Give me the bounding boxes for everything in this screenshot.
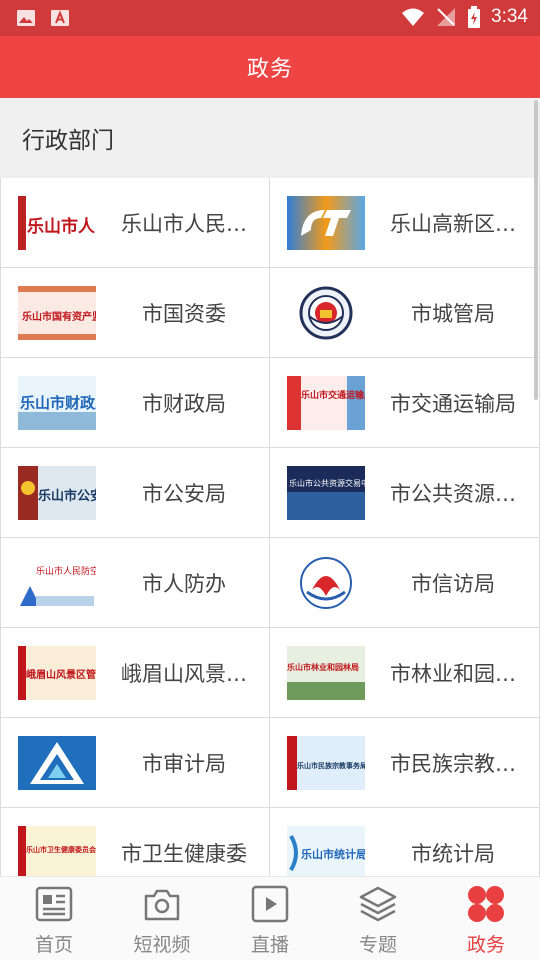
nav-government[interactable]: 政务 bbox=[432, 877, 540, 960]
status-bar: 3:34 bbox=[0, 0, 540, 36]
department-item[interactable]: 乐山市公安局 市公安局 bbox=[0, 448, 270, 538]
svg-text:乐山市公共资源交易中心: 乐山市公共资源交易中心 bbox=[289, 478, 365, 488]
wifi-icon bbox=[402, 8, 425, 26]
svg-text:乐山市国有资产监督管理委员: 乐山市国有资产监督管理委员 bbox=[22, 310, 96, 323]
bottom-nav: 首页 短视频 直播 专题 政务 bbox=[0, 876, 540, 960]
svg-text:乐山市统计局: 乐山市统计局 bbox=[301, 847, 365, 861]
department-logo: 峨眉山风景区管委 bbox=[18, 646, 96, 700]
department-label: 市公安局 bbox=[142, 481, 226, 506]
section-header: 行政部门 bbox=[0, 98, 540, 178]
department-logo: 乐山市交通运输局 bbox=[287, 376, 365, 430]
department-item[interactable]: 乐山市卫生健康委员会 市卫生健康委 bbox=[0, 808, 270, 876]
section-title: 行政部门 bbox=[22, 128, 114, 154]
font-notification-icon bbox=[51, 10, 69, 26]
department-label: 市交通运输局 bbox=[390, 391, 516, 416]
svg-text:乐山市人民政: 乐山市人民政 bbox=[27, 216, 96, 237]
nav-short-video[interactable]: 短视频 bbox=[108, 877, 216, 960]
svg-text:乐山市卫生健康委员会: 乐山市卫生健康委员会 bbox=[26, 845, 96, 854]
department-label: 乐山高新区… bbox=[390, 211, 516, 236]
no-signal-icon bbox=[437, 8, 456, 26]
nav-label: 政务 bbox=[466, 934, 505, 956]
scrollbar[interactable] bbox=[534, 100, 538, 400]
department-label: 市民族宗教… bbox=[390, 751, 516, 776]
department-logo bbox=[287, 286, 365, 340]
svg-text:乐山市公安局: 乐山市公安局 bbox=[38, 488, 96, 504]
department-grid: 乐山市人民政 乐山市人民… 乐山高新区… 乐山市国有资产监督管理委员 市国资委 … bbox=[0, 178, 540, 876]
nav-live[interactable]: 直播 bbox=[216, 877, 324, 960]
svg-text:乐山市人民防空办: 乐山市人民防空办 bbox=[36, 565, 96, 577]
svg-text:乐山市民族宗教事务局: 乐山市民族宗教事务局 bbox=[297, 761, 365, 770]
svg-text:乐山市林业和园林局: 乐山市林业和园林局 bbox=[287, 662, 359, 672]
department-logo: 乐山市公共资源交易中心 bbox=[287, 466, 365, 520]
department-logo bbox=[287, 556, 365, 610]
app-bar: 政务 bbox=[0, 36, 540, 98]
play-icon bbox=[251, 885, 289, 923]
department-item[interactable]: 乐山市人民政 乐山市人民… bbox=[0, 178, 270, 268]
department-logo: 乐山市国有资产监督管理委员 bbox=[18, 286, 96, 340]
department-label: 市卫生健康委 bbox=[121, 841, 247, 866]
department-item[interactable]: 乐山市统计局 市统计局 bbox=[270, 808, 540, 876]
department-item[interactable]: 乐山市交通运输局 市交通运输局 bbox=[270, 358, 540, 448]
nav-label: 首页 bbox=[34, 934, 73, 956]
department-item[interactable]: 峨眉山风景区管委 峨眉山风景… bbox=[0, 628, 270, 718]
department-logo: 乐山市统计局 bbox=[287, 826, 365, 876]
department-logo bbox=[18, 736, 96, 790]
department-item[interactable]: 乐山市林业和园林局 市林业和园… bbox=[270, 628, 540, 718]
image-notification-icon bbox=[17, 10, 35, 26]
page-title: 政务 bbox=[246, 57, 293, 82]
department-label: 市人防办 bbox=[142, 571, 226, 596]
department-logo: 乐山市民族宗教事务局 bbox=[287, 736, 365, 790]
department-label: 市统计局 bbox=[411, 841, 495, 866]
department-item[interactable]: 乐山市民族宗教事务局 市民族宗教… bbox=[270, 718, 540, 808]
nav-label: 直播 bbox=[250, 934, 289, 956]
department-logo: 乐山市公安局 bbox=[18, 466, 96, 520]
department-logo: 乐山市卫生健康委员会 bbox=[18, 826, 96, 876]
department-logo: 乐山市财政局 bbox=[18, 376, 96, 430]
department-logo bbox=[287, 196, 365, 250]
svg-text:峨眉山风景区管委: 峨眉山风景区管委 bbox=[26, 668, 96, 681]
department-item[interactable]: 市信访局 bbox=[270, 538, 540, 628]
department-item[interactable]: 乐山高新区… bbox=[270, 178, 540, 268]
department-label: 市城管局 bbox=[411, 301, 495, 326]
department-label: 市信访局 bbox=[411, 571, 495, 596]
newspaper-icon bbox=[35, 886, 73, 922]
svg-text:乐山市财政局: 乐山市财政局 bbox=[20, 394, 96, 412]
department-label: 市国资委 bbox=[142, 301, 226, 326]
clock: 3:34 bbox=[491, 6, 528, 27]
nav-home[interactable]: 首页 bbox=[0, 877, 108, 960]
nav-label: 专题 bbox=[358, 934, 397, 956]
department-logo: 乐山市人民防空办 bbox=[18, 556, 96, 610]
camera-icon bbox=[144, 889, 180, 921]
nav-label: 短视频 bbox=[133, 934, 191, 956]
department-label: 乐山市人民… bbox=[121, 211, 247, 236]
department-item[interactable]: 市城管局 bbox=[270, 268, 540, 358]
battery-icon bbox=[468, 6, 481, 28]
department-label: 市审计局 bbox=[142, 751, 226, 776]
department-item[interactable]: 乐山市人民防空办 市人防办 bbox=[0, 538, 270, 628]
department-item[interactable]: 乐山市国有资产监督管理委员 市国资委 bbox=[0, 268, 270, 358]
department-logo: 乐山市林业和园林局 bbox=[287, 646, 365, 700]
department-label: 市财政局 bbox=[142, 391, 226, 416]
department-item[interactable]: 乐山市公共资源交易中心 市公共资源… bbox=[270, 448, 540, 538]
department-label: 市公共资源… bbox=[390, 481, 516, 506]
department-label: 市林业和园… bbox=[390, 661, 516, 686]
nav-topics[interactable]: 专题 bbox=[324, 877, 432, 960]
department-item[interactable]: 乐山市财政局 市财政局 bbox=[0, 358, 270, 448]
svg-text:乐山市交通运输局: 乐山市交通运输局 bbox=[301, 389, 365, 401]
department-label: 峨眉山风景… bbox=[121, 661, 247, 686]
department-item[interactable]: 市审计局 bbox=[0, 718, 270, 808]
layers-icon bbox=[359, 886, 397, 922]
petals-icon bbox=[468, 886, 504, 922]
department-logo: 乐山市人民政 bbox=[18, 196, 96, 250]
